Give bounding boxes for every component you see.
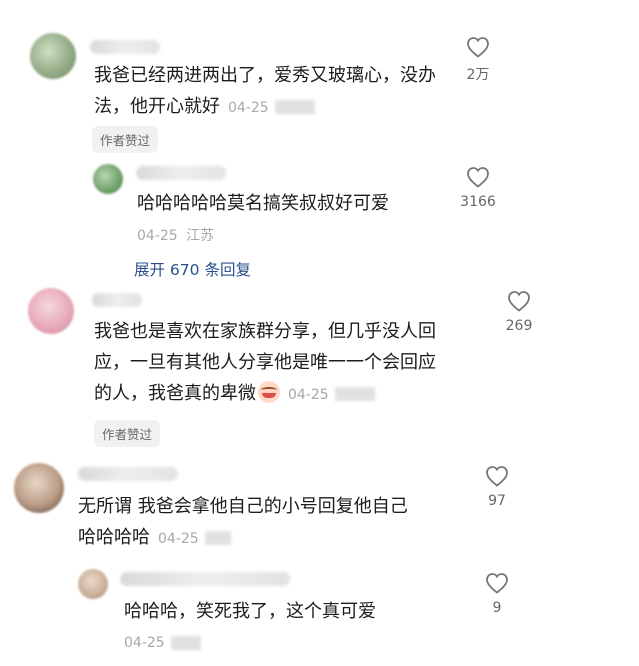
comment-text-line: 我爸已经两进两出了，爱秀又玻璃心，没办: [94, 65, 436, 86]
comment-text-line: 应，一旦有其他人分享他是唯一一个会回应: [94, 352, 436, 373]
username[interactable]: [92, 293, 142, 307]
heart-icon: [486, 466, 508, 487]
reply-location: 江苏: [186, 228, 215, 244]
location-blurred: [334, 387, 375, 401]
reply-meta: 04-25: [116, 635, 201, 651]
reply-avatar[interactable]: [78, 569, 108, 599]
reply-like-button[interactable]: 9: [472, 572, 522, 616]
comment-text-line: 无所谓 我爸会拿他自己的小号回复他自己: [78, 496, 408, 517]
avatar[interactable]: [14, 463, 64, 513]
reply-username[interactable]: [120, 572, 290, 586]
comment-1: 我爸已经两进两出了，爱秀又玻璃心，没办 法，他开心就好 04-25 作者赞过 2万…: [0, 0, 639, 290]
heart-icon: [508, 291, 530, 312]
expand-replies-link[interactable]: 展开 670 条回复: [134, 258, 251, 280]
like-count: 269: [505, 318, 533, 334]
like-button[interactable]: 97: [472, 465, 522, 509]
username[interactable]: [90, 40, 160, 54]
comment-3: 无所谓 我爸会拿他自己的小号回复他自己 哈哈哈哈 04-25 97 哈哈哈，笑死我…: [0, 455, 639, 666]
crying-laugh-emoji: [258, 381, 280, 403]
location-blurred: [204, 531, 231, 545]
reply-avatar[interactable]: [93, 164, 123, 194]
reply-username[interactable]: [136, 166, 226, 180]
comment-text: 我爸已经两进两出了，爱秀又玻璃心，没办 法，他开心就好 04-25: [94, 60, 454, 124]
heart-icon: [467, 167, 489, 188]
author-liked-badge: 作者赞过: [92, 126, 159, 153]
comment-text-line: 哈哈哈哈 04-25: [78, 522, 458, 555]
comment-text-line: 的人，我爸真的卑微 04-25: [94, 378, 474, 411]
location-blurred: [274, 100, 315, 114]
comment-text: 无所谓 我爸会拿他自己的小号回复他自己 哈哈哈哈 04-25: [78, 491, 458, 555]
reply-like-count: 9: [492, 600, 502, 616]
reply-meta: 04-25 江苏: [129, 225, 214, 245]
reply-text: 哈哈哈哈哈莫名搞笑叔叔好可爱: [137, 193, 389, 214]
comment-text-line: 法，他开心就好 04-25: [94, 91, 454, 124]
reply-date: 04-25: [124, 635, 165, 651]
reply-like-count: 3166: [460, 194, 496, 210]
comment-date: 04-25: [158, 531, 199, 547]
avatar[interactable]: [30, 33, 76, 79]
like-count: 2万: [466, 67, 490, 83]
heart-icon: [486, 573, 508, 594]
username[interactable]: [78, 467, 178, 481]
avatar[interactable]: [28, 288, 74, 334]
author-liked-badge: 作者赞过: [94, 420, 161, 447]
heart-icon: [467, 37, 489, 58]
like-button[interactable]: 269: [494, 290, 544, 334]
comment-date: 04-25: [228, 100, 269, 116]
comment-text-fragment: 哈哈哈哈: [78, 527, 150, 548]
comment-text: 我爸也是喜欢在家族群分享，但几乎没人回 应，一旦有其他人分享他是唯一一个会回应 …: [94, 316, 474, 411]
comment-text-line: 我爸也是喜欢在家族群分享，但几乎没人回: [94, 321, 436, 342]
reply-like-button[interactable]: 3166: [453, 166, 503, 210]
reply-date: 04-25: [137, 228, 178, 244]
location-blurred: [170, 636, 201, 650]
reply-text: 哈哈哈，笑死我了，这个真可爱: [124, 601, 376, 622]
like-count: 97: [488, 493, 506, 509]
like-button[interactable]: 2万: [453, 36, 503, 84]
comment-2: 我爸也是喜欢在家族群分享，但几乎没人回 应，一旦有其他人分享他是唯一一个会回应 …: [0, 285, 639, 455]
comment-text-fragment: 法，他开心就好: [94, 96, 220, 117]
comment-date: 04-25: [288, 387, 329, 403]
comment-text-fragment: 的人，我爸真的卑微: [94, 383, 256, 404]
